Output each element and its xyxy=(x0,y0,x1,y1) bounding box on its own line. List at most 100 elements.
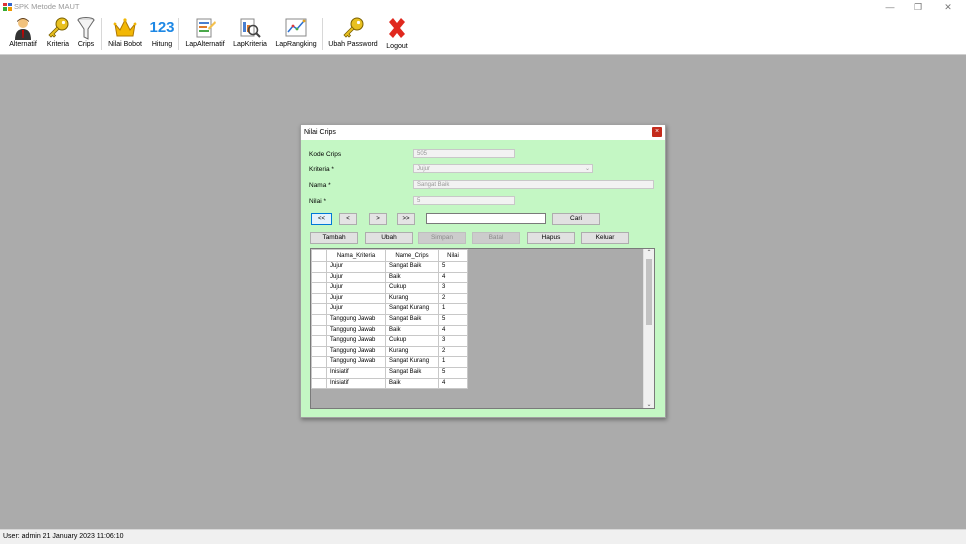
table-cell[interactable]: 5 xyxy=(438,313,468,326)
toolbar-crips-button[interactable]: Crips xyxy=(74,14,98,54)
table-cell[interactable]: Jujur xyxy=(326,261,386,273)
table-cell[interactable]: Sangat Kurang xyxy=(385,303,439,315)
table-cell[interactable]: Jujur xyxy=(326,271,386,284)
table-cell[interactable]: 5 xyxy=(438,261,468,273)
toolbar-hitung-button[interactable]: 123 Hitung xyxy=(148,14,176,54)
toolbar-nilai-bobot-button[interactable]: Nilai Bobot xyxy=(104,14,146,54)
table-cell[interactable]: Tanggung Jawab xyxy=(326,335,386,347)
table-row[interactable]: Tanggung Jawab Cukup 3 xyxy=(311,335,468,347)
simpan-button[interactable]: Simpan xyxy=(418,232,466,244)
table-cell[interactable]: Tanggung Jawab xyxy=(326,356,386,368)
table-row[interactable]: Tanggung Jawab Kurang 2 xyxy=(311,345,468,358)
hapus-button[interactable]: Hapus xyxy=(527,232,575,244)
table-cell[interactable]: Baik xyxy=(385,324,439,337)
table-cell[interactable]: Jujur xyxy=(326,282,386,294)
funnel-icon xyxy=(77,17,95,40)
row-header-cell[interactable] xyxy=(311,366,327,379)
table-cell[interactable]: 2 xyxy=(438,345,468,358)
table-row[interactable]: Jujur Sangat Kurang 1 xyxy=(311,303,468,315)
table-cell[interactable]: Kurang xyxy=(385,345,439,358)
kode-crips-field[interactable]: 505 xyxy=(413,149,515,158)
table-cell[interactable]: 4 xyxy=(438,324,468,337)
table-cell[interactable]: Baik xyxy=(385,271,439,284)
table-cell[interactable]: Jujur xyxy=(326,292,386,305)
table-row[interactable]: Jujur Kurang 2 xyxy=(311,292,468,305)
table-cell[interactable]: Kurang xyxy=(385,292,439,305)
row-header-cell[interactable] xyxy=(311,324,327,337)
toolbar-kriteria-button[interactable]: Kriteria xyxy=(43,14,73,54)
toolbar-alternatif-button[interactable]: Alternatif xyxy=(4,14,42,54)
table-cell[interactable]: Cukup xyxy=(385,282,439,294)
crips-data-grid[interactable]: Nama_Kriteria Name_Crips Nilai Jujur Sang… xyxy=(310,248,655,409)
toolbar-lapalternatif-button[interactable]: LapAlternatif xyxy=(181,14,229,54)
table-cell[interactable]: Sangat Baik xyxy=(385,366,439,379)
nilai-field[interactable]: 5 xyxy=(413,196,515,205)
table-cell[interactable]: Tanggung Jawab xyxy=(326,313,386,326)
row-header-cell[interactable] xyxy=(311,292,327,305)
table-cell[interactable]: Sangat Baik xyxy=(385,313,439,326)
table-cell[interactable]: Inisiatif xyxy=(326,377,386,390)
toolbar-laprangking-button[interactable]: LapRangking xyxy=(272,14,320,54)
table-cell[interactable]: Baik xyxy=(385,377,439,390)
column-header[interactable]: Nama_Kriteria xyxy=(326,249,386,262)
search-input[interactable] xyxy=(426,213,546,224)
restore-button[interactable]: ❐ xyxy=(907,1,929,13)
table-cell[interactable]: Jujur xyxy=(326,303,386,315)
table-cell[interactable]: Sangat Kurang xyxy=(385,356,439,368)
table-cell[interactable]: 4 xyxy=(438,271,468,284)
first-record-button[interactable]: << xyxy=(311,213,332,225)
toolbar-label: Kriteria xyxy=(46,41,70,48)
table-cell[interactable]: 1 xyxy=(438,356,468,368)
table-cell[interactable]: 2 xyxy=(438,292,468,305)
grid-scrollbar[interactable]: ⌃ ⌄ xyxy=(643,249,654,408)
table-cell[interactable]: Inisiatif xyxy=(326,366,386,379)
row-header-cell[interactable] xyxy=(311,303,327,315)
minimize-button[interactable]: — xyxy=(879,1,901,13)
nama-field[interactable]: Sangat Baik xyxy=(413,180,654,189)
table-row[interactable]: Jujur Cukup 3 xyxy=(311,282,468,294)
scroll-thumb[interactable] xyxy=(646,259,652,325)
scroll-up-icon[interactable]: ⌃ xyxy=(644,249,654,256)
table-row[interactable]: Tanggung Jawab Sangat Baik 5 xyxy=(311,313,468,326)
prev-record-button[interactable]: < xyxy=(339,213,357,225)
column-header[interactable]: Nilai xyxy=(438,249,468,262)
window-close-button[interactable]: ✕ xyxy=(937,1,959,13)
batal-button[interactable]: Batal xyxy=(472,232,520,244)
toolbar-logout-button[interactable]: Logout xyxy=(382,14,412,54)
row-header-cell[interactable] xyxy=(311,356,327,368)
row-header-cell[interactable] xyxy=(311,261,327,273)
last-record-button[interactable]: >> xyxy=(397,213,415,225)
tambah-button[interactable]: Tambah xyxy=(310,232,358,244)
row-header-cell[interactable] xyxy=(311,377,327,390)
table-cell[interactable]: Tanggung Jawab xyxy=(326,345,386,358)
kriteria-select[interactable]: Jujur ⌄ xyxy=(413,164,593,173)
table-row[interactable]: Tanggung Jawab Sangat Kurang 1 xyxy=(311,356,468,368)
table-row[interactable]: Jujur Sangat Baik 5 xyxy=(311,261,468,273)
row-header-cell[interactable] xyxy=(311,335,327,347)
table-cell[interactable]: Tanggung Jawab xyxy=(326,324,386,337)
table-row[interactable]: Tanggung Jawab Baik 4 xyxy=(311,324,468,337)
row-header-cell[interactable] xyxy=(311,313,327,326)
scroll-down-icon[interactable]: ⌄ xyxy=(644,401,654,408)
table-cell[interactable]: 4 xyxy=(438,377,468,390)
cari-button[interactable]: Cari xyxy=(552,213,600,225)
toolbar-lapkriteria-button[interactable]: LapKriteria xyxy=(230,14,270,54)
table-cell[interactable]: 3 xyxy=(438,282,468,294)
row-header-cell[interactable] xyxy=(311,282,327,294)
table-cell[interactable]: 1 xyxy=(438,303,468,315)
table-cell[interactable]: 3 xyxy=(438,335,468,347)
table-row[interactable]: Inisiatif Sangat Baik 5 xyxy=(311,366,468,379)
table-cell[interactable]: Cukup xyxy=(385,335,439,347)
toolbar-ubah-password-button[interactable]: Ubah Password xyxy=(325,14,381,54)
row-header-cell[interactable] xyxy=(311,345,327,358)
keluar-button[interactable]: Keluar xyxy=(581,232,629,244)
table-row[interactable]: Inisiatif Baik 4 xyxy=(311,377,468,390)
table-cell[interactable]: Sangat Baik xyxy=(385,261,439,273)
table-row[interactable]: Jujur Baik 4 xyxy=(311,271,468,284)
row-header-cell[interactable] xyxy=(311,271,327,284)
ubah-button[interactable]: Ubah xyxy=(365,232,413,244)
column-header[interactable]: Name_Crips xyxy=(385,249,439,262)
dialog-close-button[interactable]: × xyxy=(652,127,662,137)
next-record-button[interactable]: > xyxy=(369,213,387,225)
table-cell[interactable]: 5 xyxy=(438,366,468,379)
